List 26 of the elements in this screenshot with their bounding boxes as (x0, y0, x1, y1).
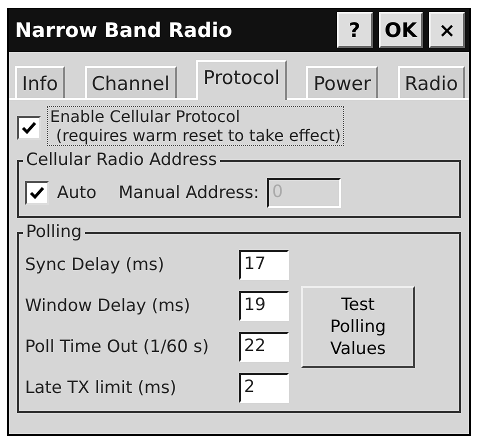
checkbox-label[interactable]: Enable Cellular Protocol (requires warm reset to take effect) (47, 106, 344, 146)
input-field[interactable]: 2 (239, 373, 289, 403)
tab[interactable]: Info (15, 66, 65, 98)
check-icon (21, 120, 37, 136)
title-bar-button[interactable]: × (429, 12, 465, 48)
checkbox-label: Auto (57, 183, 96, 203)
window-title: Narrow Band Radio (15, 18, 232, 42)
group-title: Polling (23, 222, 85, 242)
field-label: Window Delay (ms) (25, 296, 192, 316)
title-bar-button[interactable]: ? (336, 12, 372, 48)
checkbox[interactable] (25, 181, 49, 205)
field-label: Poll Time Out (1/60 s) (25, 337, 210, 357)
check-icon (29, 185, 45, 201)
tab[interactable]: Channel (84, 66, 177, 98)
test-button[interactable]: Test Polling Values (301, 286, 415, 368)
title-bar-button[interactable]: OK (378, 12, 423, 48)
tab[interactable]: Protocol (196, 60, 287, 100)
input-field[interactable]: 22 (239, 332, 289, 362)
input-field[interactable]: 17 (239, 250, 289, 280)
field-label: Manual Address: (118, 183, 260, 203)
input-field[interactable]: 19 (239, 291, 289, 321)
checkbox[interactable] (17, 116, 41, 140)
field-label: Late TX limit (ms) (25, 378, 178, 398)
field-label: Sync Delay (ms) (25, 255, 166, 275)
tab[interactable]: Radio (398, 66, 465, 98)
tab[interactable]: Power (306, 66, 378, 98)
